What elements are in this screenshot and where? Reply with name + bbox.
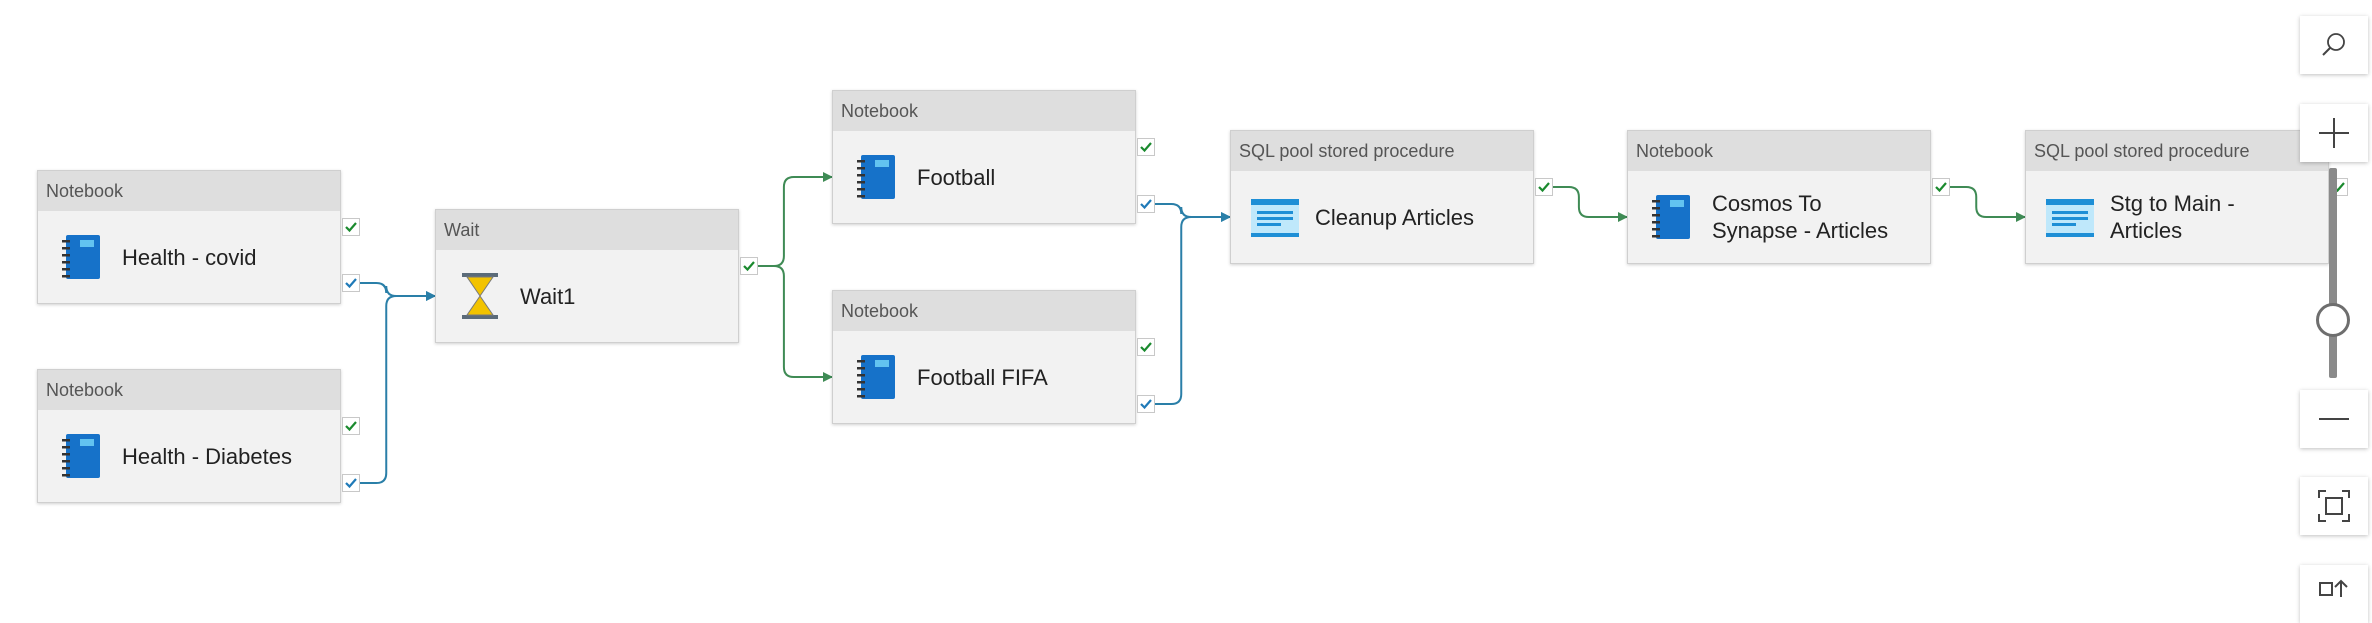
zoom-slider-track[interactable] (2329, 168, 2337, 378)
activity-type: Notebook (833, 91, 1135, 131)
activity-name: Football (917, 164, 996, 190)
checkmark-icon (345, 421, 357, 432)
pipeline-edges (360, 172, 2026, 484)
edge-n3-n5[interactable] (758, 265, 833, 382)
notebook-icon (857, 355, 895, 399)
edge-n2-n3[interactable] (360, 291, 436, 484)
activity-football[interactable]: Notebook Football (832, 90, 1136, 224)
minus-icon (2319, 418, 2349, 420)
search-button[interactable] (2300, 16, 2368, 74)
activity-type: Notebook (38, 171, 340, 211)
activity-name: Health - Diabetes (122, 443, 292, 469)
activity-football-fifa[interactable]: Notebook Football FIFA (832, 290, 1136, 424)
activity-cosmos-to-synapse[interactable]: Notebook Cosmos To Synapse - Articles (1627, 130, 1931, 264)
notebook-icon (857, 155, 895, 199)
activity-wait1[interactable]: Wait Wait1 (435, 209, 739, 343)
checkmark-icon (1935, 182, 1947, 193)
checkmark-icon (1140, 199, 1152, 210)
activity-name: Football FIFA (917, 364, 1048, 390)
activity-health-covid[interactable]: Notebook Health - covid (37, 170, 341, 304)
activity-type: Notebook (833, 291, 1135, 331)
edge-n3-n4[interactable] (758, 172, 833, 267)
zoom-slider-thumb[interactable] (2316, 303, 2350, 337)
activity-name: Cosmos To Synapse - Articles (1712, 191, 1889, 243)
activity-name: Cleanup Articles (1315, 204, 1474, 230)
activity-name: Stg to Main - Articles (2110, 191, 2235, 243)
activity-type: SQL pool stored procedure (1231, 131, 1533, 171)
activity-cleanup-articles[interactable]: SQL pool stored procedure Cleanup Articl… (1230, 130, 1534, 264)
activity-type: Wait (436, 210, 738, 250)
activity-stg-to-main[interactable]: SQL pool stored procedure Stg to Main - … (2025, 130, 2329, 264)
checkmark-icon (743, 261, 755, 272)
checkmark-icon (345, 478, 357, 489)
completion-port[interactable] (342, 274, 360, 292)
success-port[interactable] (1137, 338, 1155, 356)
fit-to-window-button[interactable] (2300, 477, 2368, 535)
success-port[interactable] (342, 417, 360, 435)
completion-port[interactable] (342, 474, 360, 492)
zoom-in-button[interactable] (2300, 104, 2368, 162)
edge-n6-n7[interactable] (1553, 186, 1628, 222)
completion-port[interactable] (1137, 195, 1155, 213)
auto-align-button[interactable] (2300, 565, 2368, 623)
edge-n5-n6[interactable] (1155, 212, 1231, 405)
activity-type: SQL pool stored procedure (2026, 131, 2328, 171)
checkmark-icon (1538, 182, 1550, 193)
activity-name: Health - covid (122, 244, 257, 270)
completion-port[interactable] (1137, 395, 1155, 413)
activity-name: Wait1 (520, 283, 576, 309)
hourglass-icon (462, 273, 498, 319)
checkmark-icon (1140, 399, 1152, 410)
pipeline-canvas[interactable]: Notebook Health - covid Notebook Health … (0, 0, 2372, 602)
notebook-icon (1652, 195, 1690, 239)
checkmark-icon (345, 222, 357, 233)
zoom-out-button[interactable] (2300, 390, 2368, 448)
notebook-icon (62, 235, 100, 279)
success-port[interactable] (1535, 178, 1553, 196)
auto-align-icon (2319, 579, 2348, 597)
checkmark-icon (345, 278, 357, 289)
success-port[interactable] (1137, 138, 1155, 156)
plus-icon (2319, 118, 2349, 148)
checkmark-icon (1140, 142, 1152, 153)
activity-type: Notebook (1628, 131, 1930, 171)
success-port[interactable] (342, 218, 360, 236)
edge-n4-n6[interactable] (1155, 203, 1231, 222)
search-icon (2322, 33, 2345, 56)
edge-n7-n8[interactable] (1950, 186, 2026, 222)
canvas-controls (2300, 0, 2372, 623)
stored-procedure-icon (1251, 199, 1299, 237)
checkmark-icon (1140, 342, 1152, 353)
edge-n1-n3[interactable] (360, 282, 436, 301)
fit-icon (2318, 490, 2350, 522)
stored-procedure-icon (2046, 199, 2094, 237)
success-port[interactable] (740, 257, 758, 275)
success-port[interactable] (1932, 178, 1950, 196)
notebook-icon (62, 434, 100, 478)
activity-health-diabetes[interactable]: Notebook Health - Diabetes (37, 369, 341, 503)
activity-type: Notebook (38, 370, 340, 410)
